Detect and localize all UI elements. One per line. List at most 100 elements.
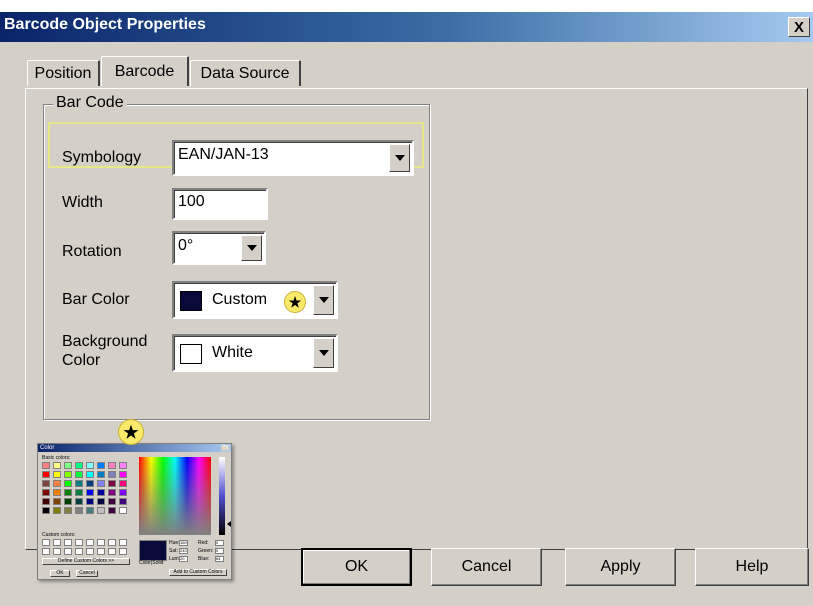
green-field: 0 (215, 548, 224, 554)
rotation-dropdown-button[interactable] (241, 235, 262, 261)
custom-color-cell (53, 539, 61, 546)
custom-color-cell (108, 548, 116, 555)
sat-label: Sat: (169, 548, 178, 554)
basic-color-swatch (108, 489, 116, 496)
basic-color-swatch (97, 498, 105, 505)
basic-color-swatch (75, 498, 83, 505)
custom-color-cell (64, 548, 72, 555)
basic-color-swatch (108, 471, 116, 478)
custom-color-cell (97, 539, 105, 546)
width-label: Width (62, 194, 103, 211)
red-field: 0 (215, 540, 224, 546)
color-dialog-thumbnail: Color ?x Basic colors: Custom colors: De… (37, 443, 232, 580)
basic-color-swatch (64, 489, 72, 496)
basic-color-swatch (108, 498, 116, 505)
custom-color-cell (86, 548, 94, 555)
red-label: Red: (198, 540, 209, 546)
lum-field: 20 (179, 556, 188, 562)
panel-content: Bar Code Symbology EAN/JAN-13 Width 100 … (0, 0, 813, 606)
symbology-dropdown-button[interactable] (389, 144, 410, 172)
basic-color-swatch (64, 480, 72, 487)
basic-color-swatch (42, 489, 50, 496)
basic-color-swatch (75, 489, 83, 496)
basic-color-swatch (119, 498, 127, 505)
basic-color-swatch (64, 498, 72, 505)
symbology-value: EAN/JAN-13 (178, 146, 269, 163)
bar-color-combobox[interactable]: Custom ★ (172, 281, 338, 319)
basic-color-swatch (108, 507, 116, 514)
basic-color-swatch (42, 498, 50, 505)
ok-button[interactable]: OK (301, 548, 412, 586)
cancel-button[interactable]: Cancel (431, 548, 542, 586)
color-solid-label: Color|Solid (139, 560, 164, 566)
basic-color-swatch (86, 489, 94, 496)
basic-color-swatch (97, 489, 105, 496)
blue-field: 64 (215, 556, 224, 562)
custom-color-cell (42, 548, 50, 555)
custom-color-cell (42, 539, 50, 546)
define-custom-colors-button: Define Custom Colors >> (42, 558, 130, 565)
add-to-custom-colors-button: Add to Custom Colors (169, 569, 227, 576)
basic-color-swatch (53, 507, 61, 514)
basic-color-swatch (97, 471, 105, 478)
basic-color-swatch (75, 507, 83, 514)
cancel-button-label: Cancel (461, 558, 512, 575)
rotation-combobox[interactable]: 0° (172, 231, 266, 265)
ok-button-label: OK (344, 558, 369, 575)
bar-color-value: Custom (212, 291, 268, 308)
symbology-combobox[interactable]: EAN/JAN-13 (172, 140, 414, 176)
basic-color-swatch (86, 507, 94, 514)
thumbnail-close-icon: ?x (221, 445, 229, 451)
custom-color-cell (108, 539, 116, 546)
rotation-value: 0° (178, 237, 194, 254)
custom-color-cell (53, 548, 61, 555)
background-color-dropdown-button[interactable] (313, 338, 334, 368)
thumbnail-cancel-button: Cancel (76, 570, 98, 577)
background-color-label-line2: Color (62, 352, 101, 369)
help-button[interactable]: Help (695, 548, 809, 586)
custom-color-cell (97, 548, 105, 555)
basic-color-swatch (97, 462, 105, 469)
basic-color-swatch (64, 462, 72, 469)
basic-color-swatch (75, 471, 83, 478)
basic-color-swatch (53, 498, 61, 505)
basic-color-swatch (108, 480, 116, 487)
width-input[interactable]: 100 (172, 188, 268, 220)
luminance-bar (219, 457, 225, 535)
custom-colors-grid (42, 539, 127, 555)
bar-color-label: Bar Color (62, 291, 130, 308)
basic-color-swatch (108, 462, 116, 469)
bar-color-dropdown-button[interactable] (313, 285, 334, 315)
luminance-arrow-icon (227, 521, 231, 527)
chevron-down-icon (246, 245, 257, 251)
background-color-value: White (212, 344, 253, 361)
background-color-label-line1: Background (62, 333, 148, 350)
basic-color-swatch (97, 480, 105, 487)
basic-color-swatch (42, 462, 50, 469)
apply-button[interactable]: Apply (565, 548, 676, 586)
blue-label: Blue: (198, 556, 210, 562)
hue-label: Hue: (169, 540, 180, 546)
basic-color-swatch (53, 462, 61, 469)
custom-color-cell (75, 539, 83, 546)
custom-color-cell (64, 539, 72, 546)
background-color-combobox[interactable]: White (172, 334, 338, 372)
custom-color-cell (119, 539, 127, 546)
basic-color-swatch (53, 471, 61, 478)
basic-colors-grid (42, 462, 127, 514)
basic-color-swatch (119, 462, 127, 469)
basic-color-swatch (86, 498, 94, 505)
green-label: Green: (198, 548, 214, 554)
custom-color-cell (75, 548, 83, 555)
help-button-label: Help (735, 558, 769, 575)
basic-color-swatch (119, 471, 127, 478)
basic-color-swatch (53, 489, 61, 496)
star-icon: ★ (284, 291, 306, 313)
apply-button-label: Apply (600, 558, 641, 575)
basic-color-swatch (119, 489, 127, 496)
symbology-label: Symbology (62, 149, 142, 166)
basic-color-swatch (119, 507, 127, 514)
custom-color-cell (119, 548, 127, 555)
width-value: 100 (178, 193, 205, 210)
basic-color-swatch (75, 480, 83, 487)
